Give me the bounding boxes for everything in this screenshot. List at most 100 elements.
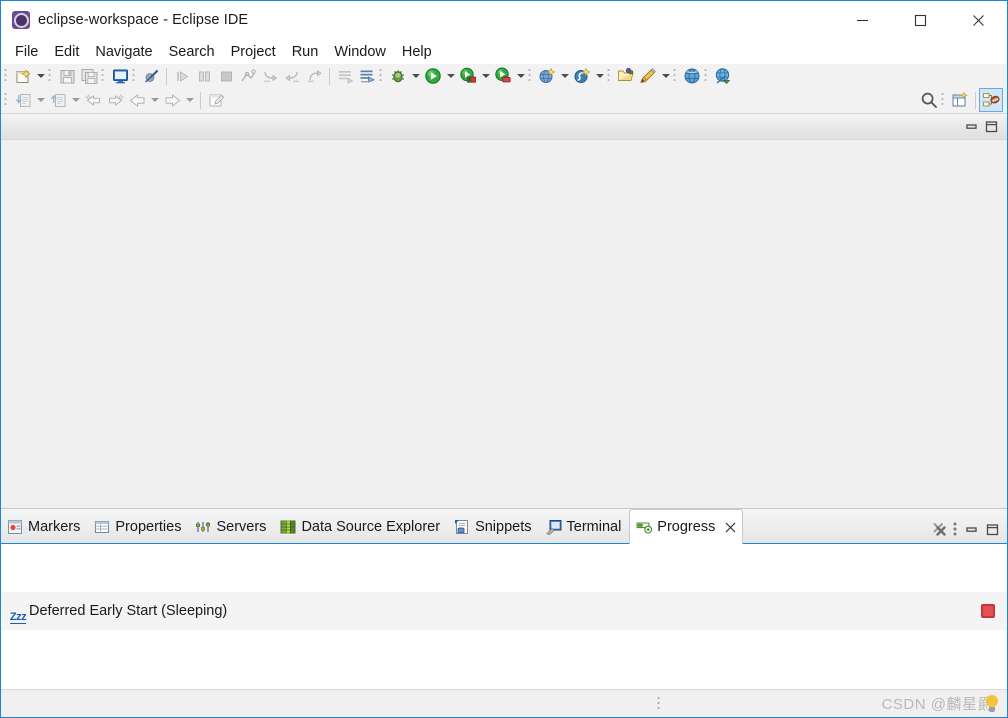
tab-properties[interactable]: Properties bbox=[88, 510, 189, 543]
tab-label: Snippets bbox=[475, 518, 532, 535]
new-wizard-button[interactable] bbox=[12, 65, 34, 87]
quick-access-search-button[interactable] bbox=[918, 89, 940, 111]
save-button[interactable] bbox=[56, 65, 78, 87]
minimize-view-button[interactable] bbox=[961, 519, 981, 539]
new-connection-profile-button[interactable] bbox=[571, 65, 593, 87]
suspend-button[interactable] bbox=[193, 65, 215, 87]
resume-button[interactable] bbox=[171, 65, 193, 87]
toolbar-separator bbox=[200, 91, 201, 109]
annotation-dropdown-arrow-icon[interactable] bbox=[659, 65, 672, 87]
toolbar-area bbox=[1, 64, 1007, 114]
connection-profile-dropdown-arrow-icon[interactable] bbox=[593, 65, 606, 87]
coverage-button[interactable] bbox=[457, 65, 479, 87]
lightbulb-icon bbox=[985, 695, 999, 712]
minimize-editor-area-button[interactable] bbox=[961, 117, 981, 137]
bottom-view-controls bbox=[929, 519, 1007, 543]
open-perspective-button[interactable] bbox=[949, 89, 971, 111]
java-ee-perspective-button[interactable] bbox=[979, 88, 1003, 112]
toolbar-grip-icon[interactable] bbox=[48, 68, 55, 84]
export-dropdown-arrow-icon[interactable] bbox=[69, 89, 82, 111]
tab-label: Markers bbox=[28, 518, 81, 535]
back-dropdown-arrow-icon[interactable] bbox=[148, 89, 161, 111]
step-return-button[interactable] bbox=[303, 65, 325, 87]
view-menu-dots-icon[interactable] bbox=[950, 520, 960, 538]
progress-view-content[interactable]: Zzz Deferred Early Start (Sleeping) bbox=[1, 544, 1007, 689]
new-server-button[interactable] bbox=[536, 65, 558, 87]
previous-annotation-button[interactable] bbox=[82, 89, 104, 111]
toolbar-separator bbox=[975, 91, 976, 109]
toggle-breakpoint-button[interactable] bbox=[140, 65, 162, 87]
menu-window[interactable]: Window bbox=[326, 42, 394, 62]
window-controls bbox=[833, 1, 1007, 39]
import-dropdown-arrow-icon[interactable] bbox=[34, 89, 47, 111]
menu-search[interactable]: Search bbox=[161, 42, 223, 62]
step-into-button[interactable] bbox=[259, 65, 281, 87]
watermark-text: CSDN @麟星爵 bbox=[881, 696, 993, 713]
toolbar-grip-icon[interactable] bbox=[704, 68, 711, 84]
servers-icon bbox=[196, 521, 211, 532]
editor-empty-canvas[interactable] bbox=[1, 140, 1007, 508]
toolbar-grip-icon[interactable] bbox=[941, 92, 948, 108]
menu-navigate[interactable]: Navigate bbox=[87, 42, 160, 62]
remove-all-finished-button[interactable] bbox=[929, 519, 949, 539]
maximize-view-button[interactable] bbox=[982, 519, 1002, 539]
tab-servers[interactable]: Servers bbox=[189, 510, 274, 543]
new-wizard-dropdown-arrow-icon[interactable] bbox=[34, 65, 47, 87]
close-tab-icon[interactable] bbox=[722, 519, 738, 535]
disconnect-button[interactable] bbox=[237, 65, 259, 87]
menu-edit[interactable]: Edit bbox=[46, 42, 87, 62]
toolbar-grip-icon[interactable] bbox=[379, 68, 386, 84]
coverage-dropdown-arrow-icon[interactable] bbox=[479, 65, 492, 87]
import-button[interactable] bbox=[12, 89, 34, 111]
tab-markers[interactable]: Markers bbox=[1, 510, 88, 543]
drag-handle-icon[interactable] bbox=[657, 695, 663, 712]
tab-terminal[interactable]: Terminal bbox=[540, 510, 630, 543]
new-annotation-button[interactable] bbox=[637, 65, 659, 87]
edit-breakpoint-button[interactable] bbox=[356, 65, 378, 87]
step-over-button[interactable] bbox=[281, 65, 303, 87]
close-window-button[interactable] bbox=[949, 1, 1007, 39]
forward-button[interactable] bbox=[161, 89, 183, 111]
minimize-window-button[interactable] bbox=[833, 1, 891, 39]
save-all-button[interactable] bbox=[78, 65, 100, 87]
progress-item-label: Deferred Early Start (Sleeping) bbox=[29, 603, 228, 619]
new-editor-button[interactable] bbox=[205, 89, 227, 111]
back-button[interactable] bbox=[126, 89, 148, 111]
debug-dropdown-arrow-icon[interactable] bbox=[409, 65, 422, 87]
maximize-window-button[interactable] bbox=[891, 1, 949, 39]
maximize-editor-area-button[interactable] bbox=[981, 117, 1001, 137]
skip-all-breakpoints-button[interactable] bbox=[334, 65, 356, 87]
toolbar-grip-icon[interactable] bbox=[528, 68, 535, 84]
new-server-dropdown-arrow-icon[interactable] bbox=[558, 65, 571, 87]
menu-run[interactable]: Run bbox=[284, 42, 327, 62]
run-button[interactable] bbox=[422, 65, 444, 87]
toolbar-grip-icon[interactable] bbox=[4, 68, 11, 84]
next-annotation-button[interactable] bbox=[104, 89, 126, 111]
stop-job-button[interactable] bbox=[981, 604, 995, 618]
toolbar-grip-icon[interactable] bbox=[607, 68, 614, 84]
toolbar-grip-icon[interactable] bbox=[132, 68, 139, 84]
debug-button[interactable] bbox=[387, 65, 409, 87]
tab-progress[interactable]: Progress bbox=[629, 509, 744, 544]
terminal-icon bbox=[545, 519, 561, 535]
main-toolbar-row-1 bbox=[1, 64, 1007, 88]
external-tools-dropdown-arrow-icon[interactable] bbox=[514, 65, 527, 87]
new-java-console-button[interactable] bbox=[109, 65, 131, 87]
menu-help[interactable]: Help bbox=[394, 42, 440, 62]
toolbar-grip-icon[interactable] bbox=[673, 68, 680, 84]
tab-snippets[interactable]: Snippets bbox=[448, 510, 539, 543]
export-button[interactable] bbox=[47, 89, 69, 111]
toolbar-grip-icon[interactable] bbox=[4, 92, 11, 108]
forward-dropdown-arrow-icon[interactable] bbox=[183, 89, 196, 111]
tab-data-source-explorer[interactable]: Data Source Explorer bbox=[274, 510, 448, 543]
progress-list-item[interactable]: Zzz Deferred Early Start (Sleeping) bbox=[1, 592, 1007, 630]
open-type-button[interactable] bbox=[615, 65, 637, 87]
open-external-browser-button[interactable] bbox=[712, 65, 734, 87]
run-dropdown-arrow-icon[interactable] bbox=[444, 65, 457, 87]
toolbar-grip-icon[interactable] bbox=[101, 68, 108, 84]
terminate-button[interactable] bbox=[215, 65, 237, 87]
run-external-tools-button[interactable] bbox=[492, 65, 514, 87]
menu-project[interactable]: Project bbox=[223, 42, 284, 62]
menu-file[interactable]: File bbox=[7, 42, 46, 62]
open-web-browser-button[interactable] bbox=[681, 65, 703, 87]
